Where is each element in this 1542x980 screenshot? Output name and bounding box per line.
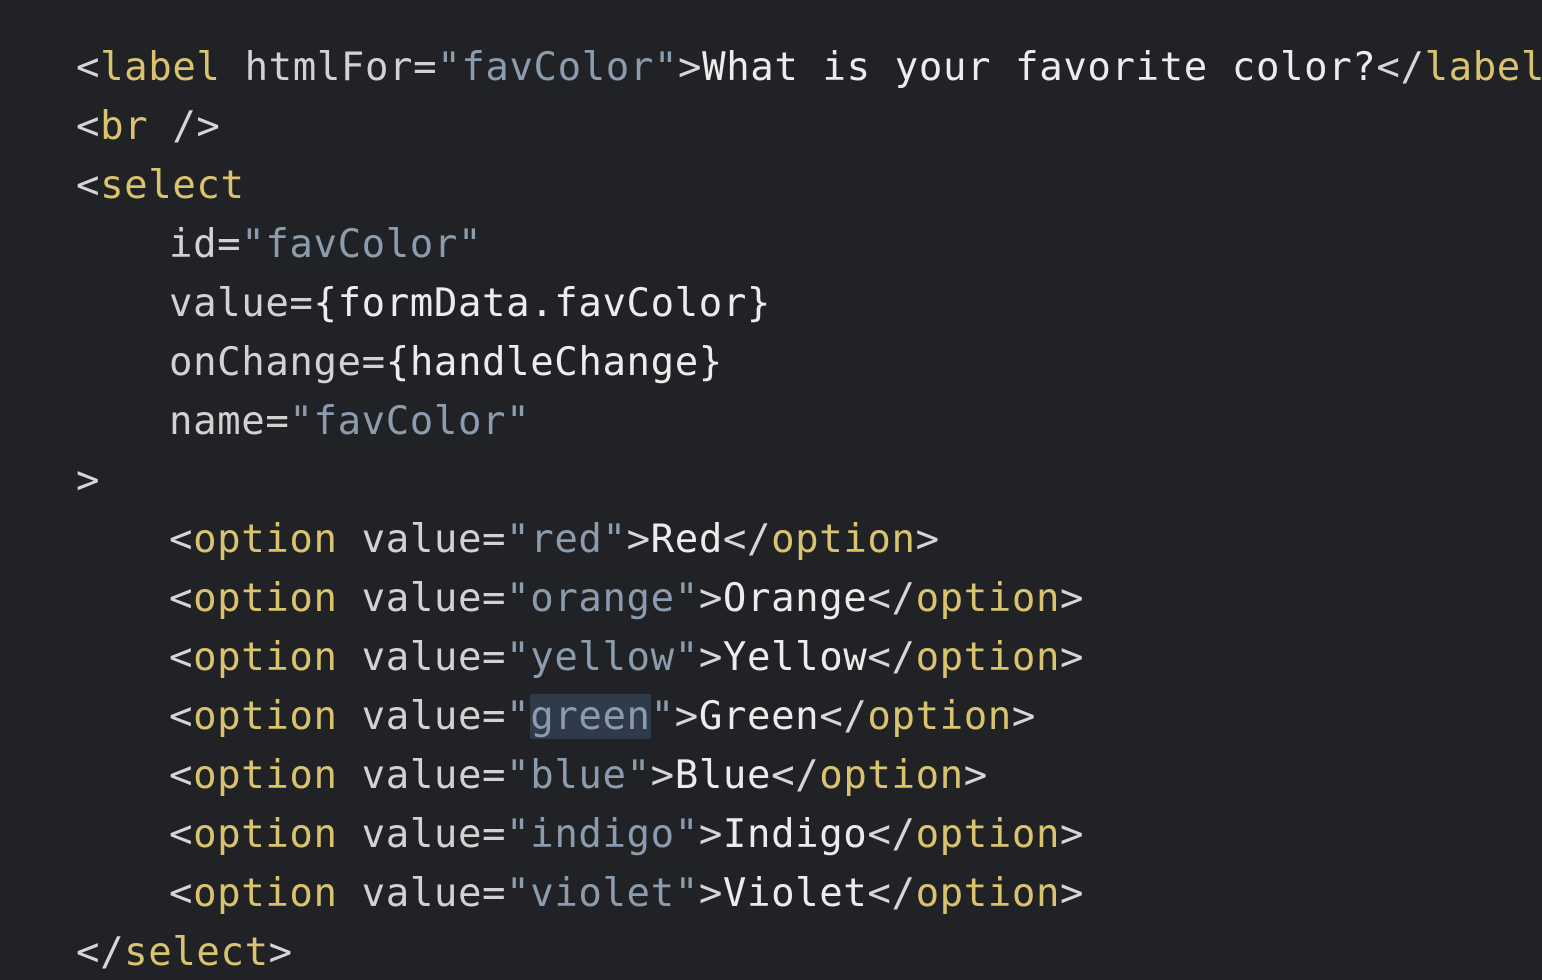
option-label: Violet <box>722 871 868 916</box>
tag-name: select <box>124 930 269 975</box>
tag-name: option <box>819 753 964 798</box>
attribute-name: value= <box>337 694 507 739</box>
code-line-option: <option value="green">Green</option> <box>169 694 1036 739</box>
attribute-expression: {handleChange} <box>385 340 723 385</box>
tag-name: option <box>193 871 338 916</box>
tag-name: option <box>915 576 1061 621</box>
option-value: orange <box>530 576 675 621</box>
tag-self-close: /> <box>148 104 221 149</box>
tag-bracket: < <box>76 104 101 149</box>
tag-name: label <box>100 45 221 90</box>
option-value: red <box>530 517 603 562</box>
attribute-name: value= <box>169 281 314 326</box>
code-line-select-attr: name="favColor" <box>76 392 1542 451</box>
code-line-select-attr: value={formData.favColor} <box>76 274 1542 333</box>
tag-bracket: > <box>678 45 703 90</box>
attribute-name: onChange= <box>169 340 386 385</box>
code-line-option: <option value="indigo">Indigo</option> <box>169 812 1085 857</box>
tag-bracket: </ <box>1376 45 1425 90</box>
tag-name: br <box>100 104 149 149</box>
option-label: Orange <box>722 576 868 621</box>
tag-name: select <box>100 163 245 208</box>
option-value: blue <box>530 753 627 798</box>
option-value: violet <box>530 871 675 916</box>
code-line-select-open: <select <box>76 156 1542 215</box>
attribute-name: value= <box>337 871 507 916</box>
tag-name: option <box>193 812 338 857</box>
tag-name: option <box>771 517 916 562</box>
attribute-name: name= <box>169 399 290 444</box>
attribute-expression: {formData.favColor} <box>313 281 772 326</box>
tag-bracket: </ <box>76 930 125 975</box>
attribute-name: id= <box>169 222 242 267</box>
tag-name: label <box>1424 45 1542 90</box>
code-line-option: <option value="violet">Violet</option> <box>169 871 1085 916</box>
attribute-name: value= <box>337 753 507 798</box>
option-label: Red <box>650 517 723 562</box>
option-label: Green <box>698 694 820 739</box>
code-line-select-attr: id="favColor" <box>76 215 1542 274</box>
option-value: indigo <box>530 812 675 857</box>
code-line-option: <option value="yellow">Yellow</option> <box>169 635 1085 680</box>
tag-name: option <box>193 635 338 680</box>
attribute-value: "favColor" <box>437 45 679 90</box>
attribute-name: htmlFor= <box>220 45 438 90</box>
option-value-selection-highlight: green <box>530 694 651 739</box>
option-label: Indigo <box>722 812 868 857</box>
code-line-br: <br /> <box>76 97 1542 156</box>
code-line-select-attr: onChange={handleChange} <box>76 333 1542 392</box>
attribute-name: value= <box>337 635 507 680</box>
tag-name: option <box>915 812 1061 857</box>
tag-name: option <box>915 635 1061 680</box>
tag-name: option <box>915 871 1061 916</box>
label-text: What is your favorite color? <box>702 45 1377 90</box>
code-line-label: <label htmlFor="favColor">What is your f… <box>76 38 1542 97</box>
tag-bracket: < <box>76 163 101 208</box>
code-line-option: <option value="orange">Orange</option> <box>169 576 1085 621</box>
option-label: Blue <box>674 753 772 798</box>
option-label: Yellow <box>722 635 868 680</box>
option-value: yellow <box>530 635 675 680</box>
code-line-select-end: </select> <box>76 923 1542 980</box>
attribute-name: value= <box>337 576 507 621</box>
tag-bracket: > <box>76 458 101 503</box>
tag-name: option <box>193 517 338 562</box>
tag-name: option <box>193 694 338 739</box>
attribute-value: "favColor" <box>289 399 531 444</box>
tag-name: option <box>193 576 338 621</box>
tag-name: option <box>193 753 338 798</box>
code-editor[interactable]: <label htmlFor="favColor">What is your f… <box>0 0 1542 980</box>
code-line-option: <option value="red">Red</option> <box>169 517 940 562</box>
code-line-option: <option value="blue">Blue</option> <box>169 753 988 798</box>
tag-name: option <box>867 694 1012 739</box>
attribute-name: value= <box>337 517 507 562</box>
code-block: <label htmlFor="favColor">What is your f… <box>76 38 1542 980</box>
attribute-value: "favColor" <box>241 222 483 267</box>
tag-bracket: > <box>268 930 293 975</box>
code-line-select-close-bracket: > <box>76 451 1542 510</box>
attribute-name: value= <box>337 812 507 857</box>
tag-bracket: < <box>76 45 101 90</box>
